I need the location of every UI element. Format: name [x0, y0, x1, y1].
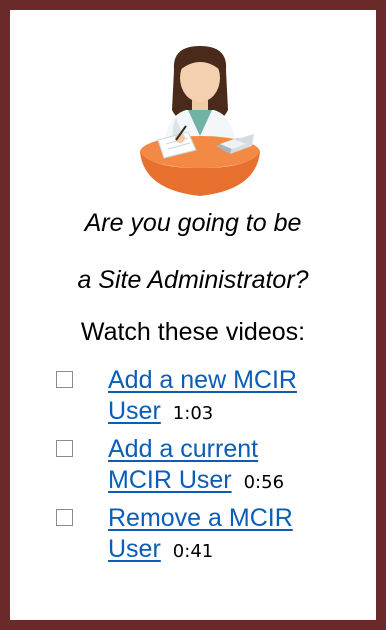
video-duration: 1:03 — [172, 403, 214, 424]
video-link-add-new-user-cont[interactable]: User — [108, 397, 161, 425]
heading-line-2: a Site Administrator? — [77, 266, 309, 294]
video-link-add-current-user-cont[interactable]: MCIR User — [108, 466, 232, 494]
video-link-remove-user[interactable]: Remove a MCIR — [108, 504, 293, 532]
video-list: Add a new MCIR User 1:03 Add a current MC… — [56, 365, 356, 572]
video-link-add-current-user[interactable]: Add a current — [108, 435, 258, 463]
heading-line-3: Watch these videos: — [80, 318, 306, 346]
content-panel: Are you going to be a Site Administrator… — [8, 8, 378, 622]
administrator-illustration — [140, 46, 260, 196]
video-item: Add a new MCIR User 1:03 — [56, 365, 356, 427]
page-frame: Are you going to be a Site Administrator… — [0, 0, 386, 630]
video-item: Add a current MCIR User 0:56 — [56, 434, 356, 496]
checkbox-bullet-icon — [56, 440, 73, 457]
heading-line-1: Are you going to be — [84, 209, 302, 237]
video-duration: 0:41 — [172, 541, 214, 562]
video-link-remove-user-cont[interactable]: User — [108, 535, 161, 563]
video-link-add-new-user[interactable]: Add a new MCIR — [108, 366, 297, 394]
checkbox-bullet-icon — [56, 371, 73, 388]
video-item: Remove a MCIR User 0:41 — [56, 503, 356, 565]
checkbox-bullet-icon — [56, 509, 73, 526]
video-duration: 0:56 — [243, 472, 285, 493]
